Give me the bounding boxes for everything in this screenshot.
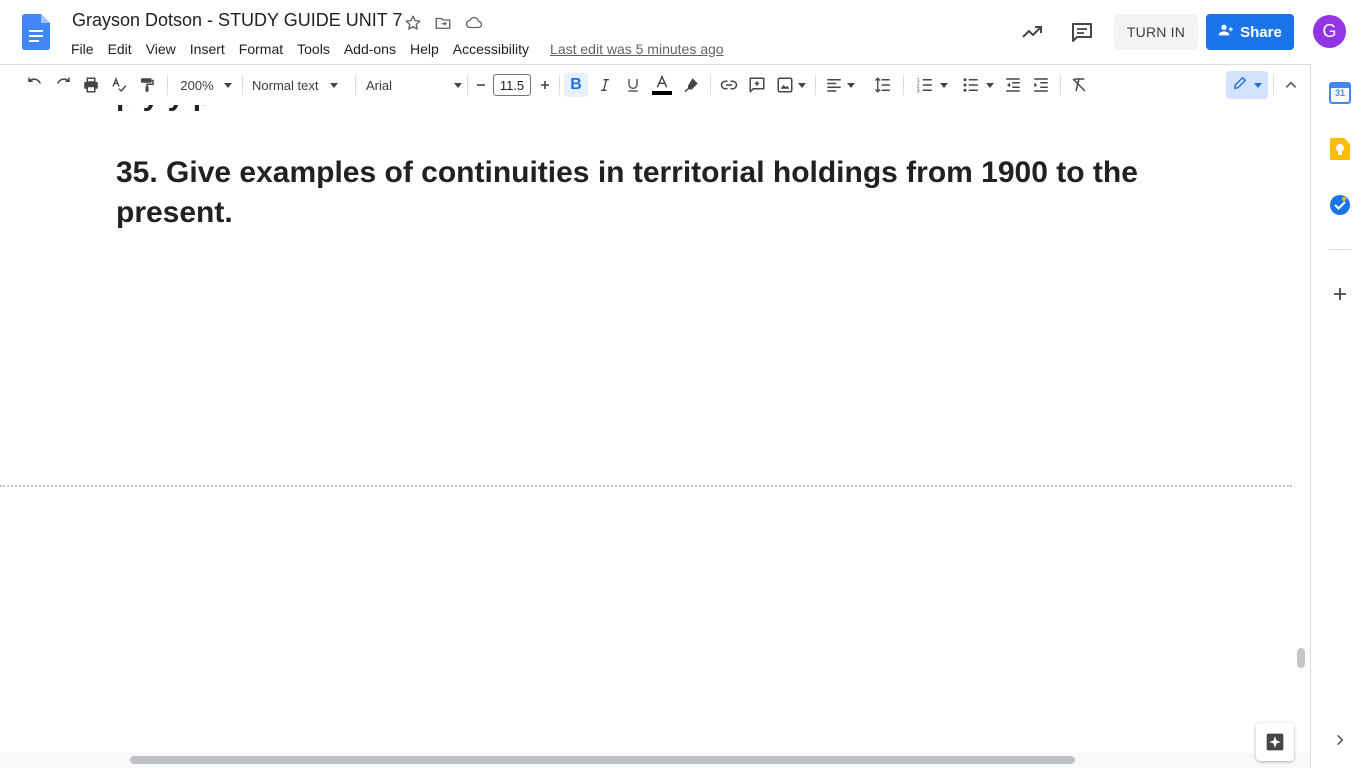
menu-help[interactable]: Help	[403, 39, 446, 59]
document-title[interactable]: Grayson Dotson - STUDY GUIDE UNIT 7	[72, 10, 402, 31]
account-avatar[interactable]: G	[1313, 15, 1346, 48]
chevron-down-icon	[940, 82, 948, 88]
menu-view[interactable]: View	[139, 39, 183, 59]
paragraph-style-select[interactable]: Normal text	[252, 73, 348, 97]
zoom-value: 200%	[180, 77, 214, 93]
keep-icon[interactable]	[1329, 138, 1351, 160]
italic-icon[interactable]	[594, 73, 616, 97]
menu-bar: File Edit View Insert Format Tools Add-o…	[64, 38, 724, 60]
print-icon[interactable]	[80, 73, 102, 97]
menu-insert[interactable]: Insert	[183, 39, 232, 59]
clear-formatting-icon[interactable]	[1068, 73, 1090, 97]
underline-icon[interactable]	[622, 73, 644, 97]
last-edit-link[interactable]: Last edit was 5 minutes ago	[550, 41, 724, 57]
menu-addons[interactable]: Add-ons	[337, 39, 403, 59]
font-value: Arial	[366, 77, 393, 93]
increase-font-size-button[interactable]	[535, 73, 555, 97]
text-color-icon[interactable]	[650, 73, 674, 97]
chevron-down-icon	[454, 82, 462, 88]
docs-logo-icon[interactable]	[22, 14, 50, 50]
explore-icon[interactable]	[1256, 723, 1294, 761]
side-panel: 31	[1310, 64, 1366, 768]
line-spacing-icon[interactable]	[872, 73, 894, 97]
horizontal-scrollbar-thumb[interactable]	[130, 756, 1075, 764]
share-label: Share	[1240, 23, 1282, 41]
editing-mode-icon	[1232, 75, 1248, 96]
share-person-icon	[1218, 22, 1234, 42]
chevron-down-icon	[798, 82, 806, 88]
collapse-toolbar-icon[interactable]	[1280, 73, 1302, 97]
spellcheck-icon[interactable]	[108, 73, 130, 97]
calendar-day: 31	[1334, 88, 1345, 98]
question-heading[interactable]: 35. Give examples of continuities in ter…	[116, 153, 1176, 233]
cut-off-text-line: p y y p	[116, 105, 211, 113]
decrease-font-size-button[interactable]	[471, 73, 491, 97]
increase-indent-icon[interactable]	[1030, 73, 1052, 97]
star-icon[interactable]	[402, 12, 424, 34]
chevron-down-icon	[330, 82, 339, 88]
link-icon[interactable]	[718, 73, 740, 97]
menu-edit[interactable]: Edit	[101, 39, 139, 59]
menu-format[interactable]: Format	[232, 39, 290, 59]
turn-in-button[interactable]: TURN IN	[1114, 14, 1198, 50]
align-left-icon[interactable]	[824, 73, 856, 97]
undo-icon[interactable]	[24, 73, 46, 97]
formatting-toolbar: 200% Normal text Arial 11.5 B 1 2 3	[0, 64, 1310, 106]
bulleted-list-icon[interactable]	[958, 73, 998, 97]
svg-text:3: 3	[917, 89, 920, 95]
document-canvas[interactable]: p y y p 35. Give examples of continuitie…	[0, 105, 1310, 753]
menu-accessibility[interactable]: Accessibility	[446, 39, 536, 59]
share-button[interactable]: Share	[1206, 14, 1294, 50]
cloud-saved-icon[interactable]	[463, 12, 485, 34]
comments-icon[interactable]	[1068, 18, 1096, 46]
paint-format-icon[interactable]	[136, 73, 158, 97]
numbered-list-icon[interactable]: 123	[912, 73, 952, 97]
insert-image-icon[interactable]	[774, 73, 808, 97]
font-size-input[interactable]: 11.5	[493, 74, 531, 96]
activity-trend-icon[interactable]	[1018, 18, 1046, 46]
tasks-icon[interactable]	[1329, 194, 1351, 216]
add-addon-icon[interactable]	[1329, 283, 1351, 305]
redo-icon[interactable]	[52, 73, 74, 97]
menu-file[interactable]: File	[64, 39, 101, 59]
chevron-down-icon	[1254, 82, 1262, 88]
chevron-down-icon	[986, 82, 994, 88]
expand-panel-icon[interactable]	[1329, 729, 1351, 751]
bold-button[interactable]: B	[564, 73, 588, 97]
highlight-color-icon[interactable]	[680, 73, 702, 97]
font-select[interactable]: Arial	[366, 73, 462, 97]
chevron-down-icon	[223, 82, 232, 88]
zoom-select[interactable]: 200%	[176, 73, 236, 97]
menu-tools[interactable]: Tools	[290, 39, 337, 59]
paragraph-style-value: Normal text	[252, 77, 319, 93]
editing-mode-button[interactable]	[1226, 71, 1268, 99]
add-comment-icon[interactable]	[746, 73, 768, 97]
calendar-icon[interactable]: 31	[1329, 82, 1351, 104]
side-panel-divider	[1329, 249, 1351, 250]
move-folder-icon[interactable]	[432, 12, 454, 34]
decrease-indent-icon[interactable]	[1002, 73, 1024, 97]
chevron-down-icon	[847, 82, 855, 88]
page-break-divider	[0, 485, 1292, 487]
vertical-scrollbar-thumb[interactable]	[1297, 648, 1305, 668]
